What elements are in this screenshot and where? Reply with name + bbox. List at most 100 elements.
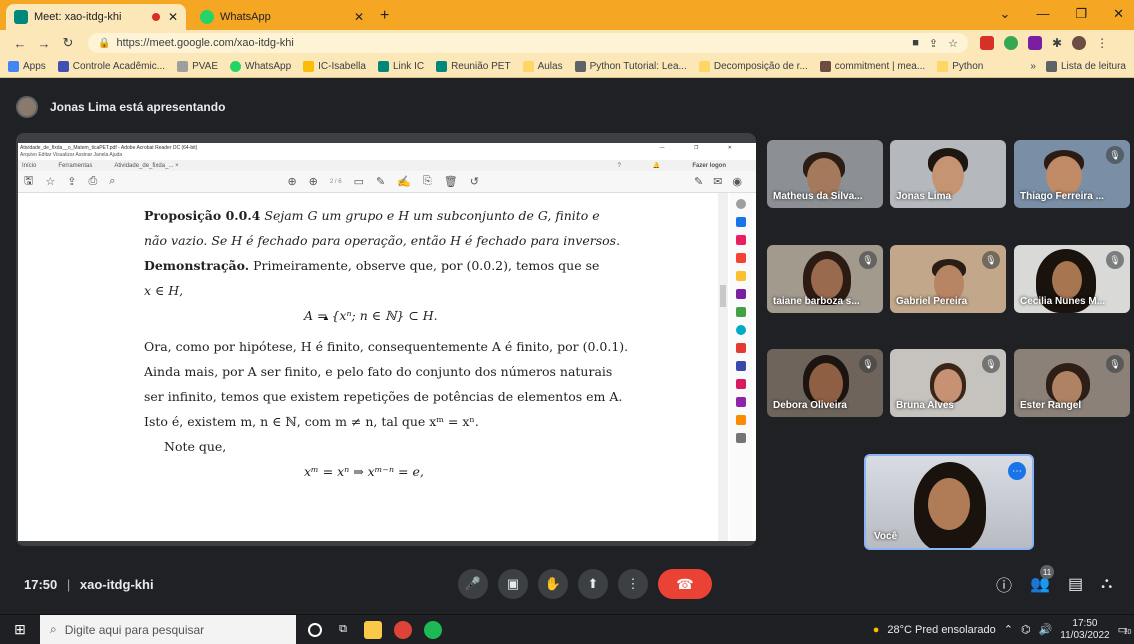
notifications-icon[interactable]: ▭ 10 bbox=[1118, 623, 1132, 636]
participant-tile[interactable]: 🎙 Thiago Ferreira ... bbox=[1014, 140, 1130, 208]
tab-meet[interactable]: Meet: xao-itdg-khi ✕ bbox=[6, 4, 186, 30]
participant-count-badge: 11 bbox=[1040, 565, 1054, 579]
windows-start-icon[interactable]: ⊞ bbox=[0, 621, 40, 638]
bookmark-item[interactable]: Apps bbox=[8, 61, 46, 72]
mic-off-icon: 🎙 bbox=[859, 355, 877, 373]
acrobat-tab-document: Atividade_de_fixda_... × bbox=[114, 162, 179, 169]
close-window-button[interactable]: ✕ bbox=[1113, 6, 1124, 22]
bookmark-folder[interactable]: Decomposição de r... bbox=[698, 61, 808, 72]
mic-off-icon: 🎙 bbox=[1106, 146, 1124, 164]
acrobat-tab-tools: Ferramentas bbox=[58, 162, 93, 169]
participant-name: Thiago Ferreira ... bbox=[1020, 191, 1104, 202]
participant-tile[interactable]: Matheus da Silva... bbox=[767, 140, 883, 208]
bookmark-item[interactable]: Link IC bbox=[377, 61, 424, 72]
browser-menu-icon[interactable]: ⋮ bbox=[1096, 36, 1108, 50]
back-button[interactable]: ← bbox=[10, 36, 30, 51]
self-options-button[interactable]: ⋯ bbox=[1008, 462, 1026, 480]
bookmark-item[interactable]: Controle Acadêmic... bbox=[57, 61, 165, 72]
reading-list-button[interactable]: Lista de leitura bbox=[1045, 61, 1126, 72]
folder-icon bbox=[522, 61, 534, 72]
lock-icon: 🔒 bbox=[98, 37, 111, 49]
participant-tile[interactable]: Jonas Lima bbox=[890, 140, 1006, 208]
participant-tile[interactable]: 🎙 Cecilia Nunes M... bbox=[1014, 245, 1130, 313]
participant-tile[interactable]: 🎙 taiane barboza s... bbox=[767, 245, 883, 313]
close-tab-icon[interactable]: ✕ bbox=[354, 10, 364, 24]
present-button[interactable]: ⬆ bbox=[578, 569, 608, 599]
spotify-icon[interactable] bbox=[424, 620, 442, 639]
forward-button[interactable]: → bbox=[34, 36, 54, 51]
bookmark-item[interactable]: WhatsApp bbox=[230, 61, 291, 72]
leave-call-button[interactable]: ☎ bbox=[658, 569, 712, 599]
self-view-tile[interactable]: ⋯ Você bbox=[864, 454, 1034, 550]
close-tab-icon[interactable]: ✕ bbox=[168, 10, 178, 24]
windows-taskbar: ⊞ ⌕ Digite aqui para pesquisar ⧉ ● 28°C … bbox=[0, 614, 1134, 644]
participant-name: Gabriel Pereira bbox=[896, 296, 968, 307]
reload-button[interactable]: ↻ bbox=[58, 35, 78, 51]
mic-off-icon: 🎙 bbox=[859, 251, 877, 269]
tab-search-icon[interactable]: ⌄ bbox=[1000, 6, 1011, 22]
new-tab-button[interactable]: + bbox=[380, 7, 389, 25]
bookmark-item[interactable]: commitment | mea... bbox=[819, 61, 925, 72]
more-options-button[interactable]: ⋮ bbox=[618, 569, 648, 599]
file-explorer-icon[interactable] bbox=[364, 620, 382, 639]
participant-name: Bruna Alves bbox=[896, 400, 954, 411]
camera-in-use-icon[interactable]: ■ bbox=[912, 37, 919, 50]
meet-icon bbox=[436, 61, 448, 72]
account-icon: ◉ bbox=[732, 176, 742, 188]
participant-name: Jonas Lima bbox=[896, 191, 952, 202]
camera-button[interactable]: ▣ bbox=[498, 569, 528, 599]
meeting-details-icon[interactable]: ⓘ bbox=[996, 572, 1012, 596]
undo-icon: ↺ bbox=[469, 176, 479, 188]
chat-icon[interactable]: ▤ bbox=[1068, 574, 1083, 594]
export-pdf-icon bbox=[736, 217, 746, 227]
create-pdf-icon bbox=[736, 253, 746, 263]
pdf-line: não vazio. Se H é fechado para operação,… bbox=[144, 233, 621, 248]
tab-whatsapp[interactable]: WhatsApp ✕ bbox=[192, 4, 372, 30]
cortana-icon[interactable] bbox=[308, 622, 322, 637]
bookmark-star-icon[interactable]: ☆ bbox=[948, 37, 958, 50]
acrobat-title-bar: Atividade_de_fixda__o_Matem_ticaPET.pdf … bbox=[20, 144, 746, 151]
microphone-button[interactable]: 🎤 bbox=[458, 569, 488, 599]
presenter-text: Jonas Lima está apresentando bbox=[50, 100, 226, 114]
pdf-line: Proposição 0.0.4 Sejam G um grupo e H um… bbox=[144, 208, 600, 223]
bookmark-item[interactable]: Python Tutorial: Lea... bbox=[574, 61, 687, 72]
profile-avatar[interactable] bbox=[1072, 36, 1087, 50]
extension-save-icon[interactable] bbox=[1028, 36, 1042, 50]
participant-tile[interactable]: 🎙 Gabriel Pereira bbox=[890, 245, 1006, 313]
participant-name: taiane barboza s... bbox=[773, 296, 860, 307]
participant-tile[interactable]: 🎙 Bruna Alves bbox=[890, 349, 1006, 417]
taskbar-clock[interactable]: 17:50 11/03/2022 bbox=[1060, 618, 1109, 642]
activities-icon[interactable]: ⛬ bbox=[1101, 575, 1112, 593]
mic-off-icon: 🎙 bbox=[1106, 355, 1124, 373]
more-bookmarks-icon[interactable]: » bbox=[1030, 61, 1036, 72]
volume-icon[interactable]: 🔊 bbox=[1039, 623, 1053, 636]
weather-text[interactable]: 28°C Pred ensolarado bbox=[887, 624, 995, 636]
url-text: https://meet.google.com/xao-itdg-khi bbox=[116, 37, 294, 49]
bookmark-item[interactable]: IC-Isabella bbox=[303, 61, 366, 72]
network-icon[interactable]: ⌬ bbox=[1021, 623, 1031, 636]
share-icon[interactable]: ⇪ bbox=[929, 37, 938, 50]
task-view-icon[interactable]: ⧉ bbox=[334, 621, 352, 639]
participant-tile[interactable]: 🎙 Debora Oliveira bbox=[767, 349, 883, 417]
meet-icon bbox=[377, 61, 389, 72]
bookmark-folder[interactable]: Python bbox=[937, 61, 983, 72]
bookmark-folder[interactable]: Aulas bbox=[522, 61, 563, 72]
extension-tp-icon[interactable] bbox=[980, 36, 994, 50]
extension-green-icon[interactable] bbox=[1004, 36, 1018, 50]
maximize-button[interactable]: ❐ bbox=[1075, 6, 1087, 22]
scan-icon bbox=[736, 325, 746, 335]
taskbar-search-input[interactable]: ⌕ Digite aqui para pesquisar bbox=[40, 614, 296, 644]
tray-overflow-icon[interactable]: ⌃ bbox=[1004, 623, 1013, 636]
bookmark-item[interactable]: Reunião PET bbox=[436, 61, 511, 72]
trash-icon: 🗑 bbox=[443, 176, 458, 188]
raise-hand-button[interactable]: ✋ bbox=[538, 569, 568, 599]
bookmark-item[interactable]: PVAE bbox=[177, 61, 218, 72]
participant-tile[interactable]: 🎙 Ester Rangel bbox=[1014, 349, 1130, 417]
mail-icon: ✉ bbox=[713, 176, 723, 188]
chrome-icon[interactable] bbox=[394, 620, 412, 639]
bookmarks-bar: Apps Controle Acadêmic... PVAE WhatsApp … bbox=[0, 56, 1134, 78]
acrobat-tab-home: Início bbox=[22, 162, 37, 169]
extensions-puzzle-icon[interactable]: ✱ bbox=[1052, 36, 1062, 50]
minimize-button[interactable]: — bbox=[1036, 6, 1049, 22]
url-input[interactable]: 🔒 https://meet.google.com/xao-itdg-khi ■… bbox=[88, 33, 968, 53]
